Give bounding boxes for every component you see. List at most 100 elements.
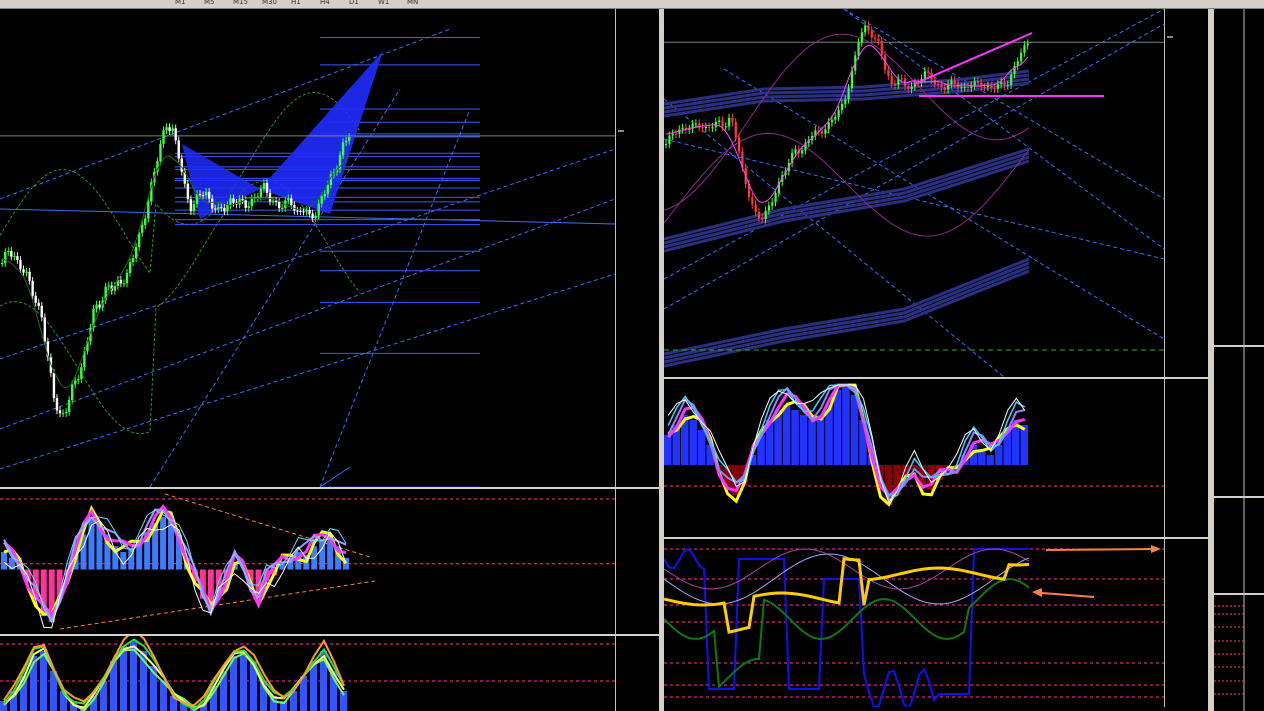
candle-body	[211, 198, 214, 209]
candle-body	[177, 140, 180, 159]
candle-body	[137, 232, 141, 248]
candle-body	[767, 205, 771, 211]
candle-body	[943, 87, 946, 90]
left-oscillator-1-axis	[615, 489, 662, 634]
candle-body	[933, 79, 936, 85]
orange-arrowhead	[1151, 545, 1161, 553]
candle-body	[58, 410, 62, 414]
histogram-bar	[40, 651, 47, 711]
candle-body	[144, 218, 147, 226]
candle-body	[299, 210, 302, 212]
histogram-bar	[995, 445, 1003, 465]
histogram-bar	[842, 385, 850, 465]
partial-chart-window[interactable]	[1214, 9, 1264, 711]
candle-body	[204, 191, 208, 196]
candle-body	[4, 251, 7, 264]
candle-body	[668, 135, 671, 145]
candle-body	[217, 207, 220, 210]
timeframe-button-d1[interactable]: D1	[349, 0, 359, 6]
candle-body	[55, 398, 59, 411]
candle-body	[724, 126, 727, 128]
left-price-chart[interactable]	[0, 9, 615, 487]
timeframe-button-mn[interactable]: MN	[407, 0, 418, 6]
candle-body	[877, 38, 880, 42]
oscillator-line-0	[3, 504, 348, 616]
candle-body	[927, 71, 930, 73]
histogram-bar	[240, 651, 247, 711]
candle-body	[229, 198, 232, 206]
candle-body	[844, 99, 847, 104]
candle-body	[311, 213, 314, 219]
candle-body	[265, 182, 269, 193]
current-price-tag	[618, 129, 624, 132]
candle-body	[794, 149, 797, 153]
candle-body	[738, 137, 741, 152]
timeframe-button-h1[interactable]: H1	[291, 0, 301, 6]
candle-body	[986, 85, 990, 87]
candle-body	[71, 384, 74, 401]
candle-body	[973, 81, 976, 86]
candle-body	[953, 80, 956, 84]
histogram-bar	[160, 517, 167, 570]
candle-body	[180, 158, 183, 172]
candle-body	[890, 75, 893, 84]
candle-body	[223, 207, 226, 212]
right-oscillator-2[interactable]	[664, 539, 1164, 707]
candle-body	[847, 88, 850, 100]
candle-body	[189, 199, 193, 212]
candle-body	[159, 143, 162, 162]
timeframe-button-m5[interactable]: M5	[204, 0, 215, 6]
candle-body	[665, 144, 668, 146]
candle-body	[174, 128, 177, 141]
candle-body	[960, 87, 963, 89]
candle-body	[34, 295, 37, 303]
candle-body	[940, 84, 943, 88]
candle-body	[1, 263, 4, 265]
right-price-chart-canvas	[664, 9, 1164, 377]
candle-body	[274, 200, 278, 203]
candle-body	[874, 37, 877, 39]
candle-body	[1020, 52, 1023, 62]
candle-body	[694, 123, 698, 125]
candle-body	[162, 130, 165, 144]
candle-body	[323, 193, 327, 197]
candle-body	[314, 215, 317, 219]
candle-body	[74, 380, 77, 385]
candle-body	[701, 127, 704, 129]
left-oscillator-1[interactable]	[0, 489, 615, 634]
candle-body	[61, 413, 65, 415]
candle-body	[250, 198, 253, 207]
candle-body	[25, 271, 28, 273]
candle-body	[147, 201, 150, 219]
candle-body	[28, 271, 31, 281]
candle-body	[226, 205, 229, 212]
timeframe-button-m30[interactable]: M30	[262, 0, 277, 6]
candle-body	[757, 211, 761, 218]
candle-body	[708, 126, 711, 128]
histogram-bar	[791, 410, 799, 465]
partial-chart-canvas	[1214, 9, 1264, 711]
timeframe-button-m15[interactable]: M15	[233, 0, 248, 6]
candle-body	[950, 80, 953, 85]
timeframe-button-m1[interactable]: M1	[175, 0, 186, 6]
candle-body	[976, 81, 980, 83]
candle-body	[290, 198, 293, 206]
candle-body	[937, 84, 940, 86]
candle-body	[993, 87, 996, 89]
right-price-chart[interactable]	[664, 9, 1164, 377]
left-oscillator-2[interactable]	[0, 636, 615, 711]
right-price-axis	[1164, 9, 1208, 377]
candle-body	[326, 184, 330, 194]
fan-trendline	[664, 23, 1164, 310]
candle-body	[220, 207, 223, 209]
candle-body	[141, 225, 144, 233]
orange-arrow	[1045, 548, 1152, 551]
candle-body	[125, 272, 129, 284]
candle-body	[119, 279, 123, 284]
timeframe-button-w1[interactable]: W1	[378, 0, 389, 6]
candle-body	[238, 198, 241, 205]
right-oscillator-1[interactable]	[664, 379, 1164, 537]
timeframe-button-h4[interactable]: H4	[320, 0, 330, 6]
candle-body	[7, 251, 10, 253]
trend-channel-line	[0, 198, 615, 430]
